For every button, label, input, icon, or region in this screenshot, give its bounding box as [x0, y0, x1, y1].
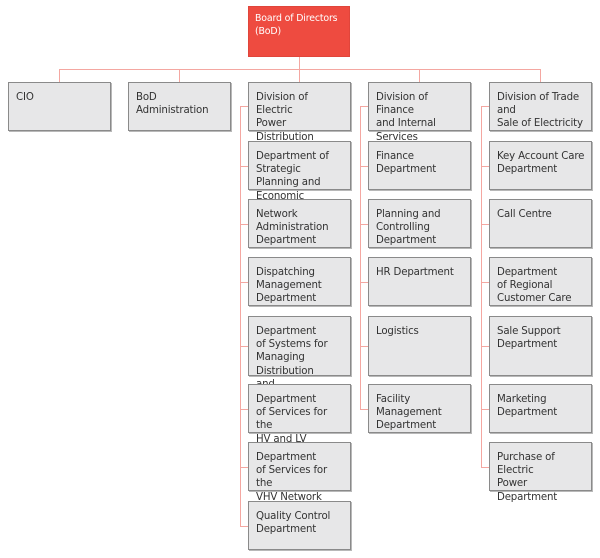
node-network-administration-department: Network Administration Department — [248, 199, 351, 248]
connector-leaf — [360, 282, 368, 283]
connector-leaf — [240, 409, 248, 410]
node-logistics: Logistics — [368, 316, 471, 376]
node-planning-and-controlling-department: Planning and Controlling Department — [368, 199, 471, 248]
connector-leaf — [240, 526, 248, 527]
node-department-of-strategic-planning-and-economic-distribution: Department of Strategic Planning and Eco… — [248, 141, 351, 215]
node-label: Key Account Care Department — [497, 151, 585, 176]
node-label: Planning and Controlling Department — [376, 209, 441, 247]
node-label: Division of Trade and Sale of Electricit… — [497, 92, 583, 130]
node-label: Quality Control Department — [256, 511, 331, 536]
connector-branch — [360, 106, 368, 107]
connector-drop — [419, 69, 420, 82]
node-purchase-of-electric-power-department: Purchase of Electric Power Department — [489, 442, 592, 503]
node-label: Division of Electric Power Distribution — [256, 92, 314, 143]
node-label: Finance Department — [376, 151, 437, 176]
node-label: HR Department — [376, 267, 454, 278]
node-label: CIO — [16, 92, 34, 103]
connector-leaf — [240, 224, 248, 225]
connector-leaf — [240, 346, 248, 347]
node-label: Marketing Department — [497, 394, 558, 419]
node-division-of-electric-power-distribution: Division of Electric Power Distribution — [248, 82, 351, 143]
node-label: Department of Regional Customer Care — [497, 267, 572, 305]
connector-leaf — [481, 282, 489, 283]
node-marketing-department: Marketing Department — [489, 384, 592, 433]
node-facility-management-department: Facility Management Department — [368, 384, 471, 433]
node-board-of-directors: Board of Directors (BoD) — [248, 6, 350, 57]
connector-leaf — [481, 346, 489, 347]
connector-spine — [240, 106, 241, 527]
node-finance-department: Finance Department — [368, 141, 471, 190]
connector-leaf — [360, 166, 368, 167]
connector-drop — [179, 69, 180, 82]
connector-leaf — [360, 224, 368, 225]
node-department-of-systems-for-managing-distribution-and-measurement: Department of Systems for Managing Distr… — [248, 316, 351, 403]
connector-leaf — [240, 166, 248, 167]
connector-leaf — [360, 409, 368, 410]
node-department-of-services-for-the-vhv-network: Department of Services for the VHV Netwo… — [248, 442, 351, 503]
connector-leaf — [481, 224, 489, 225]
node-call-centre: Call Centre — [489, 199, 592, 248]
node-label: Network Administration Department — [256, 209, 329, 247]
node-quality-control-department: Quality Control Department — [248, 501, 351, 550]
node-label: Facility Management Department — [376, 394, 442, 432]
node-dispatching-management-department: Dispatching Management Department — [248, 257, 351, 306]
connector-drop — [540, 69, 541, 82]
node-hr-department: HR Department — [368, 257, 471, 306]
connector-drop — [299, 69, 300, 82]
node-label: Sale Support Department — [497, 326, 561, 351]
node-bod-administration: BoD Administration — [128, 82, 231, 131]
connector-leaf — [481, 467, 489, 468]
node-label: Division of Finance and Internal Service… — [376, 92, 436, 143]
node-department-of-regional-customer-care: Department of Regional Customer Care — [489, 257, 592, 306]
connector-leaf — [360, 346, 368, 347]
connector-leaf — [240, 282, 248, 283]
node-label: Purchase of Electric Power Department — [497, 452, 558, 503]
node-division-of-finance-and-internal-services: Division of Finance and Internal Service… — [368, 82, 471, 143]
node-department-of-services-for-the-hv-and-lv-network: Department of Services for the HV and LV… — [248, 384, 351, 458]
node-label: Dispatching Management Department — [256, 267, 322, 305]
node-label: BoD Administration — [136, 92, 209, 117]
connector-leaf — [240, 467, 248, 468]
node-cio: CIO — [8, 82, 111, 131]
connector-branch — [240, 106, 248, 107]
connector-leaf — [481, 166, 489, 167]
connector-spine — [481, 106, 482, 468]
connector-leaf — [481, 409, 489, 410]
connector-drop — [59, 69, 60, 82]
node-label: Board of Directors (BoD) — [255, 13, 338, 37]
node-label: Logistics — [376, 326, 419, 337]
node-label: Call Centre — [497, 209, 552, 220]
node-division-of-trade-and-sale-of-electricity: Division of Trade and Sale of Electricit… — [489, 82, 592, 131]
connector-branch — [481, 106, 489, 107]
connector-bus — [59, 69, 541, 70]
node-sale-support-department: Sale Support Department — [489, 316, 592, 376]
connector-spine — [360, 106, 361, 410]
connector-root-stem — [299, 57, 300, 69]
node-key-account-care-department: Key Account Care Department — [489, 141, 592, 190]
node-label: Department of Services for the VHV Netwo… — [256, 452, 328, 503]
